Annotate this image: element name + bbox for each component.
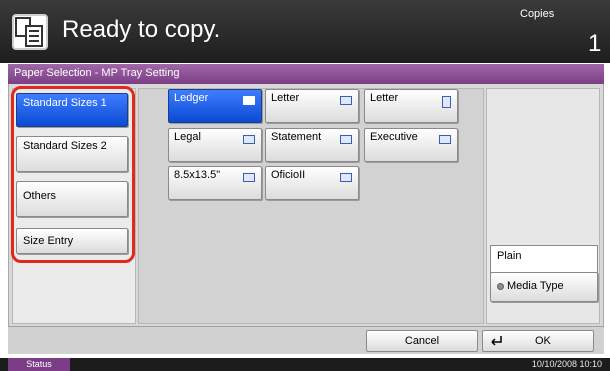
cancel-button[interactable]: Cancel (366, 330, 478, 352)
paper-legal-button[interactable]: Legal (168, 128, 262, 162)
tab-label: Standard Sizes 2 (23, 140, 107, 152)
copy-function-icon (12, 14, 48, 50)
status-bar (0, 358, 610, 371)
paper-oficio-ii-button[interactable]: OficioII (265, 166, 359, 200)
ok-button[interactable]: OK (482, 330, 594, 352)
paper-executive-button[interactable]: Executive (364, 128, 458, 162)
landscape-paper-icon (243, 135, 255, 144)
media-type-label: Media Type (507, 280, 564, 292)
tab-standard-sizes-1[interactable]: Standard Sizes 1 (16, 93, 128, 127)
paper-letter-landscape-button[interactable]: Letter (265, 89, 359, 123)
paper-label: Legal (174, 131, 201, 143)
landscape-paper-icon (340, 135, 352, 144)
paper-ledger-button[interactable]: Ledger (168, 89, 262, 123)
landscape-paper-icon (340, 173, 352, 182)
landscape-paper-icon (439, 135, 451, 144)
tab-standard-sizes-2[interactable]: Standard Sizes 2 (16, 136, 128, 172)
landscape-paper-icon (243, 173, 255, 182)
paper-label: OficioII (271, 169, 306, 181)
enter-icon (491, 336, 502, 346)
tab-size-entry[interactable]: Size Entry (16, 228, 128, 254)
landscape-paper-icon (340, 96, 352, 105)
copies-count: 1 (588, 30, 602, 57)
paper-8-5x13-5-button[interactable]: 8.5x13.5" (168, 166, 262, 200)
tab-label: Others (23, 190, 57, 202)
paper-statement-button[interactable]: Statement (265, 128, 359, 162)
paper-label: Letter (370, 92, 399, 104)
ok-label: OK (535, 335, 551, 347)
portrait-paper-icon (442, 96, 451, 108)
copies-label: Copies (520, 8, 555, 20)
paper-label: Statement (271, 131, 322, 143)
tab-label: Size Entry (23, 235, 74, 247)
paper-label: 8.5x13.5" (174, 169, 221, 181)
status-button[interactable]: Status (8, 358, 70, 371)
tab-label: Standard Sizes 1 (23, 97, 107, 109)
bullet-icon (497, 282, 504, 290)
paper-size-panel (138, 88, 484, 324)
paper-letter-portrait-button[interactable]: Letter (364, 89, 458, 123)
media-type-button[interactable]: Media Type (490, 272, 598, 302)
current-media-type: Plain (490, 245, 598, 273)
paper-label: Executive (370, 131, 418, 143)
screen-title: Paper Selection - MP Tray Setting (8, 64, 604, 84)
date-time: 10/10/2008 10:10 (531, 359, 602, 369)
landscape-paper-icon (243, 96, 255, 105)
status-message: Ready to copy. (62, 16, 221, 43)
tab-others[interactable]: Others (16, 181, 128, 217)
paper-label: Ledger (174, 92, 209, 104)
paper-label: Letter (271, 92, 300, 104)
